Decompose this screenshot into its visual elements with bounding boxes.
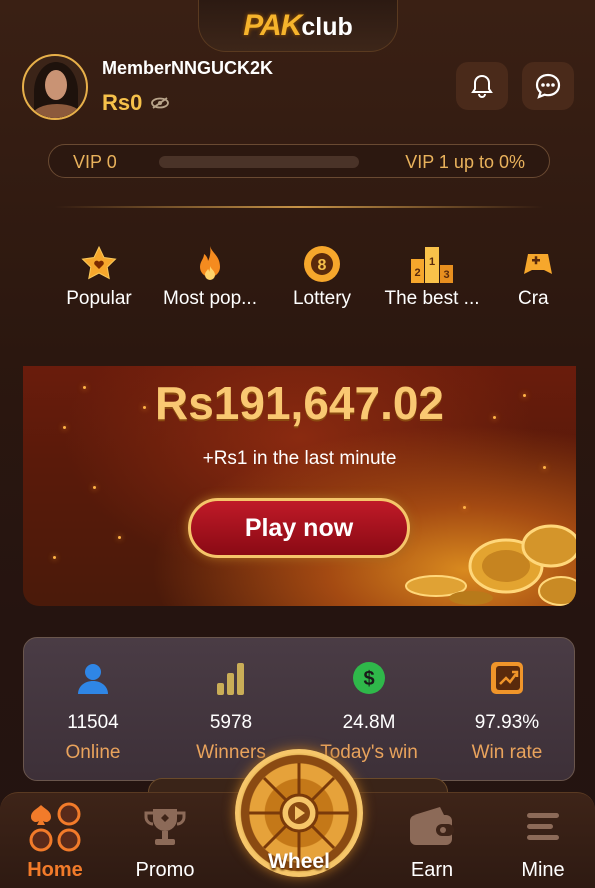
gamepad-icon [524, 254, 552, 274]
eye-off-icon[interactable] [150, 97, 170, 109]
stat-winners: 5978 Winners [162, 658, 300, 764]
dollar-icon: $ [353, 662, 385, 694]
stat-label: Win rate [471, 742, 543, 763]
username: MemberNNGUCK2K [102, 58, 274, 78]
category-label: Cra [518, 288, 549, 309]
stat-online: 11504 Online [24, 658, 162, 764]
nav-label: Home [27, 859, 83, 881]
logo-club-text: club [301, 12, 353, 41]
nav-label: Promo [135, 859, 195, 881]
category-crash[interactable]: Cra [500, 240, 595, 310]
vip-current-level: VIP 0 [73, 152, 117, 172]
stat-value: 5978 [209, 712, 253, 733]
star-heart-icon [81, 245, 117, 280]
nav-home[interactable]: Home [0, 799, 110, 882]
stat-label: Online [65, 742, 121, 763]
gold-coins-image [405, 524, 576, 606]
notifications-button[interactable] [456, 62, 508, 110]
category-label: Popular [66, 288, 132, 309]
home-icon [29, 802, 81, 852]
nav-label: Mine [521, 859, 565, 881]
vip-progress-track [159, 156, 359, 168]
jackpot-banner: Rs191,647.02 +Rs1 in the last minute Pla… [23, 366, 576, 606]
category-lottery[interactable]: 8 Lottery [267, 240, 377, 310]
trophy-icon [144, 809, 186, 845]
nav-wheel-label: Wheel [268, 850, 330, 873]
divider [55, 206, 543, 208]
wallet-icon [410, 807, 454, 845]
menu-icon [527, 813, 559, 840]
stat-value: 11504 [67, 712, 119, 733]
stat-value: 24.8M [342, 712, 396, 733]
category-row: Popular Most pop... 8 Lottery 2 1 3 The … [0, 240, 595, 320]
logo-tab: PAK club [198, 0, 398, 52]
balance: Rs0 [102, 90, 170, 116]
svg-text:3: 3 [443, 269, 449, 281]
svg-text:8: 8 [318, 257, 327, 274]
stat-value: 97.93% [474, 712, 540, 733]
header: MemberNNGUCK2K Rs0 [22, 54, 578, 120]
lottery-ball-icon: 8 [304, 246, 340, 282]
chat-button[interactable] [522, 62, 574, 110]
vip-next-level: VIP 1 up to 0% [405, 152, 525, 172]
stat-win-rate: 97.93% Win rate [438, 658, 576, 764]
nav-promo[interactable]: Promo [110, 799, 220, 882]
bell-icon [471, 74, 493, 98]
nav-label: Earn [410, 859, 454, 881]
category-most-popular[interactable]: Most pop... [155, 240, 265, 310]
vip-progress-bar[interactable]: VIP 0 VIP 1 up to 0% [48, 144, 550, 178]
avatar[interactable] [22, 54, 88, 120]
stat-todays-win: $ 24.8M Today's win [300, 658, 438, 764]
svg-text:1: 1 [429, 256, 435, 268]
svg-text:$: $ [363, 668, 374, 690]
jackpot-amount: Rs191,647.02 [154, 377, 445, 429]
jackpot-subtitle: +Rs1 in the last minute [202, 448, 397, 469]
svg-text:2: 2 [414, 267, 420, 279]
category-label: Most pop... [163, 288, 257, 309]
play-now-button[interactable]: Play now [188, 498, 410, 558]
trend-up-icon [491, 662, 523, 694]
podium-icon: 2 1 3 [411, 247, 453, 283]
category-label: Lottery [292, 288, 352, 309]
category-label: The best ... [384, 288, 480, 309]
flame-icon [200, 246, 220, 280]
nav-mine[interactable]: Mine [488, 799, 595, 882]
bar-chart-icon [217, 663, 244, 695]
user-icon [78, 664, 108, 694]
chat-icon [535, 73, 561, 99]
brand-logo: PAK club [243, 9, 353, 43]
nav-earn[interactable]: Earn [377, 799, 487, 882]
category-popular[interactable]: Popular [44, 240, 154, 310]
logo-pak-text: PAK [243, 8, 302, 42]
category-the-best[interactable]: 2 1 3 The best ... [377, 240, 487, 310]
balance-value: Rs0 [102, 90, 143, 115]
